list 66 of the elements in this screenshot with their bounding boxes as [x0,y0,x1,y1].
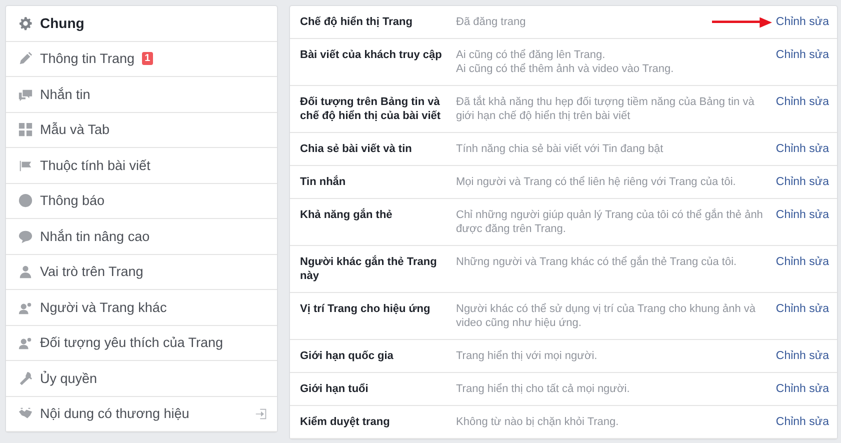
setting-value: Trang hiển thị với mọi người. [456,349,598,363]
edit-link[interactable]: Chỉnh sửa [776,48,829,62]
edit-link[interactable]: Chỉnh sửa [776,142,829,156]
people-icon [18,335,33,350]
external-link-icon [255,408,267,420]
sidebar-item[interactable]: Thông tin Trang 1 [6,42,277,77]
setting-value: Đã tắt khả năng thu hẹp đối tượng tiềm năng của Bảng tin và giới hạn chế độ hiển thị trên bài viết [456,95,756,123]
sidebar-item[interactable]: Mẫu và Tab [6,112,277,148]
setting-label: Khả năng gắn thẻ [300,208,394,222]
edit-link[interactable]: Chỉnh sửa [776,255,829,269]
sidebar-label: Nhắn tin [40,86,90,102]
settings-icon [18,16,33,31]
notification-badge: 1 [142,52,154,66]
sidebar-item[interactable]: Người và Trang khác [6,290,277,326]
sidebar-item[interactable]: Thông báo [6,184,277,219]
setting-label: Kiểm duyệt trang [300,415,391,429]
sidebar-label: Ủy quyền [40,370,98,386]
setting-label: Giới hạn tuổi [300,382,370,396]
sidebar-label: Nội dung có thương hiệu [40,406,190,422]
edit-link[interactable]: Chỉnh sửa [776,175,829,189]
sidebar-item[interactable]: Nội dung có thương hiệu [6,396,277,432]
sidebar-label: Thông báo [40,193,105,208]
sidebar-item[interactable]: Thuộc tính bài viết [6,148,277,184]
person-icon [18,264,33,280]
setting-label: Chế độ hiển thị Trang [300,15,414,29]
edit-link[interactable]: Chỉnh sửa [776,382,829,396]
sidebar-item[interactable]: Nhắn tin nâng cao [6,219,277,254]
setting-label: Đối tượng trên Bảng tin và chế độ hiển thị của bài viết [300,95,442,123]
sidebar-label: Vai trò trên Trang [40,264,144,280]
edit-link[interactable]: Chỉnh sửa [776,208,829,222]
sidebar-label: Người và Trang khác [40,300,167,315]
sidebar-label: Chung [40,15,84,32]
sidebar-label: Mẫu và Tab [40,122,110,138]
setting-value: Mọi người và Trang có thể liên hệ riêng với Trang của tôi. [456,175,737,189]
edit-link[interactable]: Chỉnh sửa [776,95,829,109]
edit-link[interactable]: Chỉnh sửa [776,349,829,363]
sidebar-item[interactable]: Vai trò trên Trang [6,254,277,290]
sidebar-label: Nhắn tin nâng cao [40,228,150,244]
setting-label: Vị trí Trang cho hiệu ứng [300,302,432,316]
sidebar-label: Đối tượng yêu thích của Trang [40,335,223,350]
setting-value: Không từ nào bị chặn khỏi Trang. [456,415,620,429]
setting-value: Đã đăng trang [456,15,527,29]
sidebar-item[interactable]: Đối tượng yêu thích của Trang [6,326,277,361]
grid-icon [18,122,33,138]
sidebar-item[interactable]: Nhắn tin [6,77,277,112]
sidebar-label: Thông tin Trang [40,51,135,66]
setting-value: Ai cũng có thể đăng lên Trang. Ai cũng có thể thêm ảnh và video vào Trang. [456,48,675,76]
bubble-icon [18,228,33,244]
sidebar-item[interactable]: Ủy quyền [6,361,277,396]
setting-label: Chia sẻ bài viết và tin [300,142,413,156]
sidebar-item[interactable]: Chung [6,6,277,42]
setting-label: Tin nhắn [300,175,347,189]
setting-value: Người khác có thể sử dụng vị trí của Trang cho khung ảnh và video cũng như hiệu ứng. [456,302,757,330]
edit-link[interactable]: Chỉnh sửa [776,15,829,29]
setting-value: Trang hiển thị cho tất cả mọi người. [456,382,631,396]
setting-value: Những người và Trang khác có thể gắn thẻ Trang của tôi. [456,255,738,269]
sidebar-label: Thuộc tính bài viết [40,158,150,173]
setting-value: Chỉ những người giúp quản lý Trang của tôi có thể gắn thẻ ảnh được đăng trên Trang. [456,208,764,236]
setting-value: Tính năng chia sẻ bài viết với Tin đang bật [456,142,664,156]
wrench-icon [18,370,33,386]
edit-link[interactable]: Chỉnh sửa [776,302,829,316]
setting-label: Giới hạn quốc gia [300,349,394,363]
setting-label: Người khác gắn thẻ Trang này [300,255,438,283]
edit-link[interactable]: Chỉnh sửa [776,415,829,429]
pencil-icon [18,51,33,66]
setting-label: Bài viết của khách truy cập [300,48,443,62]
